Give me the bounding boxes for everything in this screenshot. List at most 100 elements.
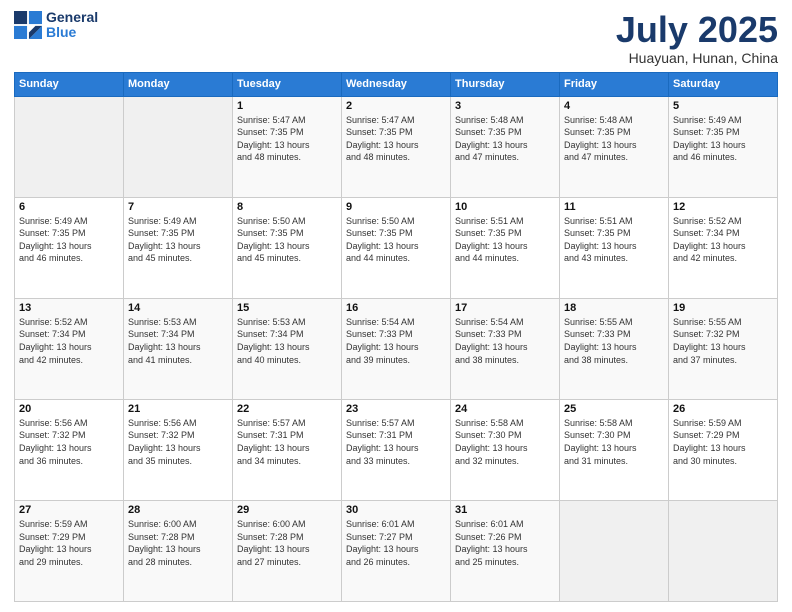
logo-icon	[14, 11, 42, 39]
day-number: 30	[346, 504, 446, 516]
day-cell: 25 Sunrise: 5:58 AM Sunset: 7:30 PM Dayli…	[560, 399, 669, 500]
day-number: 26	[673, 403, 773, 415]
day-cell: 27Sunrise: 5:59 AM Sunset: 7:29 PM Dayli…	[15, 500, 124, 601]
day-detail: Sunrise: 5:55 AM Sunset: 7:32 PM Dayligh…	[673, 316, 773, 366]
day-number: 2	[346, 100, 446, 112]
day-detail: Sunrise: 5:49 AM Sunset: 7:35 PM Dayligh…	[673, 114, 773, 164]
day-number: 6	[19, 201, 119, 213]
day-cell: 20 Sunrise: 5:56 AM Sunset: 7:32 PM Dayli…	[15, 399, 124, 500]
day-cell	[560, 500, 669, 601]
day-cell: 12Sunrise: 5:52 AM Sunset: 7:34 PM Dayli…	[669, 197, 778, 298]
day-cell: 21Sunrise: 5:56 AM Sunset: 7:32 PM Dayli…	[124, 399, 233, 500]
weekday-header-tuesday: Tuesday	[233, 72, 342, 96]
day-cell: 24 Sunrise: 5:58 AM Sunset: 7:30 PM Dayli…	[451, 399, 560, 500]
day-cell: 10 Sunrise: 5:51 AM Sunset: 7:35 PM Dayli…	[451, 197, 560, 298]
week-row-4: 20 Sunrise: 5:56 AM Sunset: 7:32 PM Dayli…	[15, 399, 778, 500]
day-cell: 30 Sunrise: 6:01 AM Sunset: 7:27 PM Dayli…	[342, 500, 451, 601]
week-row-2: 6 Sunrise: 5:49 AM Sunset: 7:35 PM Daylig…	[15, 197, 778, 298]
day-cell: 14Sunrise: 5:53 AM Sunset: 7:34 PM Dayli…	[124, 298, 233, 399]
day-cell: 15 Sunrise: 5:53 AM Sunset: 7:34 PM Dayli…	[233, 298, 342, 399]
day-cell: 1 Sunrise: 5:47 AM Sunset: 7:35 PM Daylig…	[233, 96, 342, 197]
day-number: 3	[455, 100, 555, 112]
day-cell: 26 Sunrise: 5:59 AM Sunset: 7:29 PM Dayli…	[669, 399, 778, 500]
weekday-header-thursday: Thursday	[451, 72, 560, 96]
weekday-header-sunday: Sunday	[15, 72, 124, 96]
day-detail: Sunrise: 5:47 AM Sunset: 7:35 PM Dayligh…	[237, 114, 337, 164]
weekday-header-monday: Monday	[124, 72, 233, 96]
day-cell: 17Sunrise: 5:54 AM Sunset: 7:33 PM Dayli…	[451, 298, 560, 399]
day-number: 20	[19, 403, 119, 415]
day-cell: 5 Sunrise: 5:49 AM Sunset: 7:35 PM Daylig…	[669, 96, 778, 197]
weekday-header-wednesday: Wednesday	[342, 72, 451, 96]
day-number: 1	[237, 100, 337, 112]
day-number: 9	[346, 201, 446, 213]
day-number: 25	[564, 403, 664, 415]
weekday-header-row: SundayMondayTuesdayWednesdayThursdayFrid…	[15, 72, 778, 96]
day-cell: 13Sunrise: 5:52 AM Sunset: 7:34 PM Dayli…	[15, 298, 124, 399]
page: General Blue July 2025 Huayuan, Hunan, C…	[0, 0, 792, 612]
weekday-header-friday: Friday	[560, 72, 669, 96]
day-detail: Sunrise: 5:53 AM Sunset: 7:34 PM Dayligh…	[237, 316, 337, 366]
calendar: SundayMondayTuesdayWednesdayThursdayFrid…	[14, 72, 778, 602]
day-detail: Sunrise: 5:58 AM Sunset: 7:30 PM Dayligh…	[564, 417, 664, 467]
day-cell: 7 Sunrise: 5:49 AM Sunset: 7:35 PM Daylig…	[124, 197, 233, 298]
week-row-3: 13Sunrise: 5:52 AM Sunset: 7:34 PM Dayli…	[15, 298, 778, 399]
day-number: 7	[128, 201, 228, 213]
day-detail: Sunrise: 6:01 AM Sunset: 7:27 PM Dayligh…	[346, 518, 446, 568]
day-cell: 28Sunrise: 6:00 AM Sunset: 7:28 PM Dayli…	[124, 500, 233, 601]
day-cell: 4 Sunrise: 5:48 AM Sunset: 7:35 PM Daylig…	[560, 96, 669, 197]
day-detail: Sunrise: 5:50 AM Sunset: 7:35 PM Dayligh…	[346, 215, 446, 265]
day-number: 24	[455, 403, 555, 415]
day-cell	[669, 500, 778, 601]
day-cell: 3 Sunrise: 5:48 AM Sunset: 7:35 PM Daylig…	[451, 96, 560, 197]
day-detail: Sunrise: 5:59 AM Sunset: 7:29 PM Dayligh…	[19, 518, 119, 568]
day-number: 23	[346, 403, 446, 415]
day-number: 29	[237, 504, 337, 516]
day-number: 8	[237, 201, 337, 213]
month-title: July 2025	[616, 10, 778, 50]
title-block: July 2025 Huayuan, Hunan, China	[616, 10, 778, 66]
day-detail: Sunrise: 5:54 AM Sunset: 7:33 PM Dayligh…	[455, 316, 555, 366]
day-cell: 8Sunrise: 5:50 AM Sunset: 7:35 PM Daylig…	[233, 197, 342, 298]
day-number: 16	[346, 302, 446, 314]
day-detail: Sunrise: 5:51 AM Sunset: 7:35 PM Dayligh…	[564, 215, 664, 265]
day-detail: Sunrise: 5:55 AM Sunset: 7:33 PM Dayligh…	[564, 316, 664, 366]
day-detail: Sunrise: 5:49 AM Sunset: 7:35 PM Dayligh…	[128, 215, 228, 265]
day-cell	[124, 96, 233, 197]
header: General Blue July 2025 Huayuan, Hunan, C…	[14, 10, 778, 66]
day-number: 19	[673, 302, 773, 314]
day-number: 10	[455, 201, 555, 213]
day-detail: Sunrise: 5:48 AM Sunset: 7:35 PM Dayligh…	[564, 114, 664, 164]
day-detail: Sunrise: 6:00 AM Sunset: 7:28 PM Dayligh…	[237, 518, 337, 568]
day-number: 31	[455, 504, 555, 516]
day-number: 21	[128, 403, 228, 415]
day-number: 14	[128, 302, 228, 314]
day-detail: Sunrise: 6:01 AM Sunset: 7:26 PM Dayligh…	[455, 518, 555, 568]
day-detail: Sunrise: 5:54 AM Sunset: 7:33 PM Dayligh…	[346, 316, 446, 366]
day-number: 15	[237, 302, 337, 314]
day-detail: Sunrise: 5:56 AM Sunset: 7:32 PM Dayligh…	[19, 417, 119, 467]
day-number: 13	[19, 302, 119, 314]
day-cell: 31 Sunrise: 6:01 AM Sunset: 7:26 PM Dayli…	[451, 500, 560, 601]
day-detail: Sunrise: 5:59 AM Sunset: 7:29 PM Dayligh…	[673, 417, 773, 467]
day-cell: 22Sunrise: 5:57 AM Sunset: 7:31 PM Dayli…	[233, 399, 342, 500]
day-detail: Sunrise: 5:47 AM Sunset: 7:35 PM Dayligh…	[346, 114, 446, 164]
day-detail: Sunrise: 5:49 AM Sunset: 7:35 PM Dayligh…	[19, 215, 119, 265]
logo: General Blue	[14, 10, 98, 41]
day-cell: 18Sunrise: 5:55 AM Sunset: 7:33 PM Dayli…	[560, 298, 669, 399]
day-number: 5	[673, 100, 773, 112]
day-detail: Sunrise: 5:48 AM Sunset: 7:35 PM Dayligh…	[455, 114, 555, 164]
weekday-header-saturday: Saturday	[669, 72, 778, 96]
day-number: 12	[673, 201, 773, 213]
location: Huayuan, Hunan, China	[616, 50, 778, 66]
day-detail: Sunrise: 5:58 AM Sunset: 7:30 PM Dayligh…	[455, 417, 555, 467]
day-number: 4	[564, 100, 664, 112]
day-cell: 11Sunrise: 5:51 AM Sunset: 7:35 PM Dayli…	[560, 197, 669, 298]
day-detail: Sunrise: 5:51 AM Sunset: 7:35 PM Dayligh…	[455, 215, 555, 265]
day-cell: 29 Sunrise: 6:00 AM Sunset: 7:28 PM Dayli…	[233, 500, 342, 601]
day-cell: 19 Sunrise: 5:55 AM Sunset: 7:32 PM Dayli…	[669, 298, 778, 399]
day-detail: Sunrise: 5:57 AM Sunset: 7:31 PM Dayligh…	[346, 417, 446, 467]
day-detail: Sunrise: 5:57 AM Sunset: 7:31 PM Dayligh…	[237, 417, 337, 467]
day-cell: 9 Sunrise: 5:50 AM Sunset: 7:35 PM Daylig…	[342, 197, 451, 298]
week-row-1: 1 Sunrise: 5:47 AM Sunset: 7:35 PM Daylig…	[15, 96, 778, 197]
